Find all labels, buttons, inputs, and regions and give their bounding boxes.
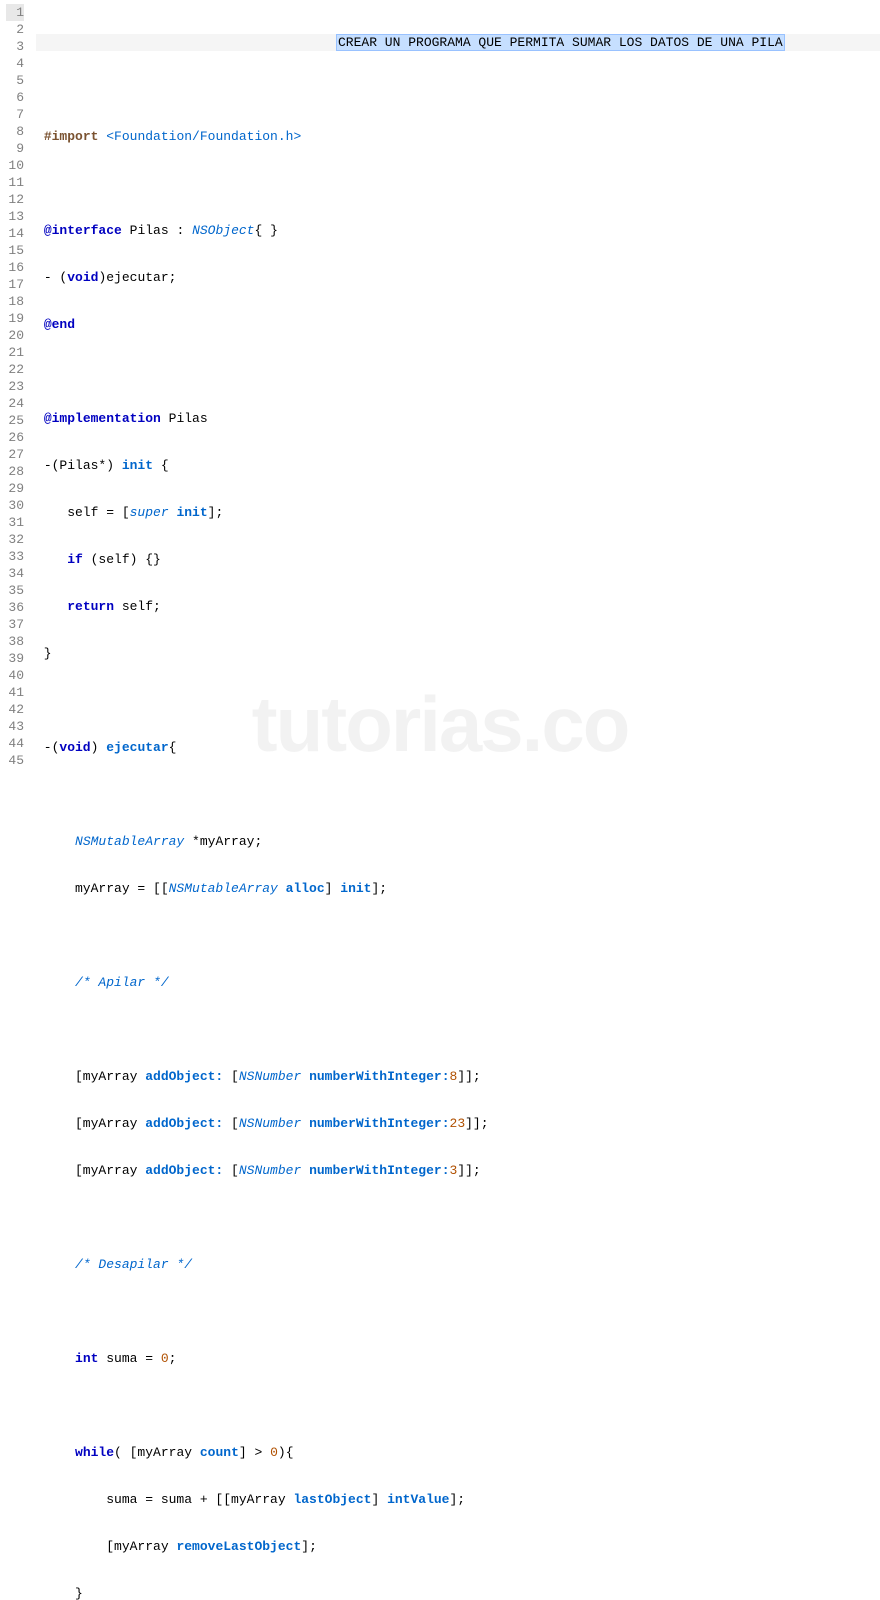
selected-text[interactable]: CREAR UN PROGRAMA QUE PERMITA SUMAR LOS … bbox=[336, 34, 785, 51]
line-number: 12 bbox=[6, 191, 24, 208]
line-number: 31 bbox=[6, 514, 24, 531]
code-line bbox=[36, 1303, 880, 1320]
line-number: 13 bbox=[6, 208, 24, 225]
line-number: 38 bbox=[6, 633, 24, 650]
line-number: 7 bbox=[6, 106, 24, 123]
code-line: return self; bbox=[36, 598, 880, 615]
line-number: 29 bbox=[6, 480, 24, 497]
code-line: self = [super init]; bbox=[36, 504, 880, 521]
line-number: 23 bbox=[6, 378, 24, 395]
code-line bbox=[36, 786, 880, 803]
code-line: [myArray addObject: [NSNumber numberWith… bbox=[36, 1068, 880, 1085]
code-line bbox=[36, 81, 880, 98]
line-number: 20 bbox=[6, 327, 24, 344]
line-number: 8 bbox=[6, 123, 24, 140]
code-line: - (void)ejecutar; bbox=[36, 269, 880, 286]
code-area[interactable]: CREAR UN PROGRAMA QUE PERMITA SUMAR LOS … bbox=[32, 0, 880, 800]
line-number: 34 bbox=[6, 565, 24, 582]
line-number: 6 bbox=[6, 89, 24, 106]
line-number: 44 bbox=[6, 735, 24, 752]
line-number: 11 bbox=[6, 174, 24, 191]
code-editor[interactable]: 1234567891011121314151617181920212223242… bbox=[0, 0, 880, 800]
line-number: 41 bbox=[6, 684, 24, 701]
line-number: 21 bbox=[6, 344, 24, 361]
line-number: 16 bbox=[6, 259, 24, 276]
line-number: 28 bbox=[6, 463, 24, 480]
line-number: 35 bbox=[6, 582, 24, 599]
code-line: @end bbox=[36, 316, 880, 333]
code-line bbox=[36, 927, 880, 944]
line-number: 3 bbox=[6, 38, 24, 55]
code-line bbox=[36, 1397, 880, 1414]
line-number: 39 bbox=[6, 650, 24, 667]
line-number: 42 bbox=[6, 701, 24, 718]
line-number: 9 bbox=[6, 140, 24, 157]
code-line: suma = suma + [[myArray lastObject] intV… bbox=[36, 1491, 880, 1508]
code-line: #import <Foundation/Foundation.h> bbox=[36, 128, 880, 145]
line-number: 43 bbox=[6, 718, 24, 735]
code-line: /* Desapilar */ bbox=[36, 1256, 880, 1273]
code-line: -(Pilas*) init { bbox=[36, 457, 880, 474]
code-line: @implementation Pilas bbox=[36, 410, 880, 427]
line-number: 5 bbox=[6, 72, 24, 89]
code-line: CREAR UN PROGRAMA QUE PERMITA SUMAR LOS … bbox=[36, 34, 880, 51]
code-line: int suma = 0; bbox=[36, 1350, 880, 1367]
line-number: 45 bbox=[6, 752, 24, 769]
line-number: 24 bbox=[6, 395, 24, 412]
code-line: while( [myArray count] > 0){ bbox=[36, 1444, 880, 1461]
code-line: if (self) {} bbox=[36, 551, 880, 568]
line-number: 27 bbox=[6, 446, 24, 463]
code-line bbox=[36, 175, 880, 192]
code-line bbox=[36, 1209, 880, 1226]
line-number: 17 bbox=[6, 276, 24, 293]
line-number: 25 bbox=[6, 412, 24, 429]
line-number: 37 bbox=[6, 616, 24, 633]
line-number: 32 bbox=[6, 531, 24, 548]
line-number: 36 bbox=[6, 599, 24, 616]
line-number: 30 bbox=[6, 497, 24, 514]
line-number: 22 bbox=[6, 361, 24, 378]
line-number: 10 bbox=[6, 157, 24, 174]
code-line: @interface Pilas : NSObject{ } bbox=[36, 222, 880, 239]
code-line: myArray = [[NSMutableArray alloc] init]; bbox=[36, 880, 880, 897]
line-number: 4 bbox=[6, 55, 24, 72]
code-line: [myArray addObject: [NSNumber numberWith… bbox=[36, 1115, 880, 1132]
code-line: [myArray removeLastObject]; bbox=[36, 1538, 880, 1555]
line-number: 14 bbox=[6, 225, 24, 242]
line-number: 40 bbox=[6, 667, 24, 684]
line-number: 26 bbox=[6, 429, 24, 446]
line-number: 33 bbox=[6, 548, 24, 565]
code-line: } bbox=[36, 1585, 880, 1600]
line-number: 15 bbox=[6, 242, 24, 259]
line-number: 1 bbox=[6, 4, 24, 21]
code-line bbox=[36, 692, 880, 709]
line-number: 2 bbox=[6, 21, 24, 38]
code-line: [myArray addObject: [NSNumber numberWith… bbox=[36, 1162, 880, 1179]
line-number: 19 bbox=[6, 310, 24, 327]
line-number-gutter: 1234567891011121314151617181920212223242… bbox=[0, 0, 32, 800]
code-line: NSMutableArray *myArray; bbox=[36, 833, 880, 850]
code-line: /* Apilar */ bbox=[36, 974, 880, 991]
code-line: } bbox=[36, 645, 880, 662]
line-number: 18 bbox=[6, 293, 24, 310]
code-line bbox=[36, 363, 880, 380]
code-line: -(void) ejecutar{ bbox=[36, 739, 880, 756]
code-line bbox=[36, 1021, 880, 1038]
